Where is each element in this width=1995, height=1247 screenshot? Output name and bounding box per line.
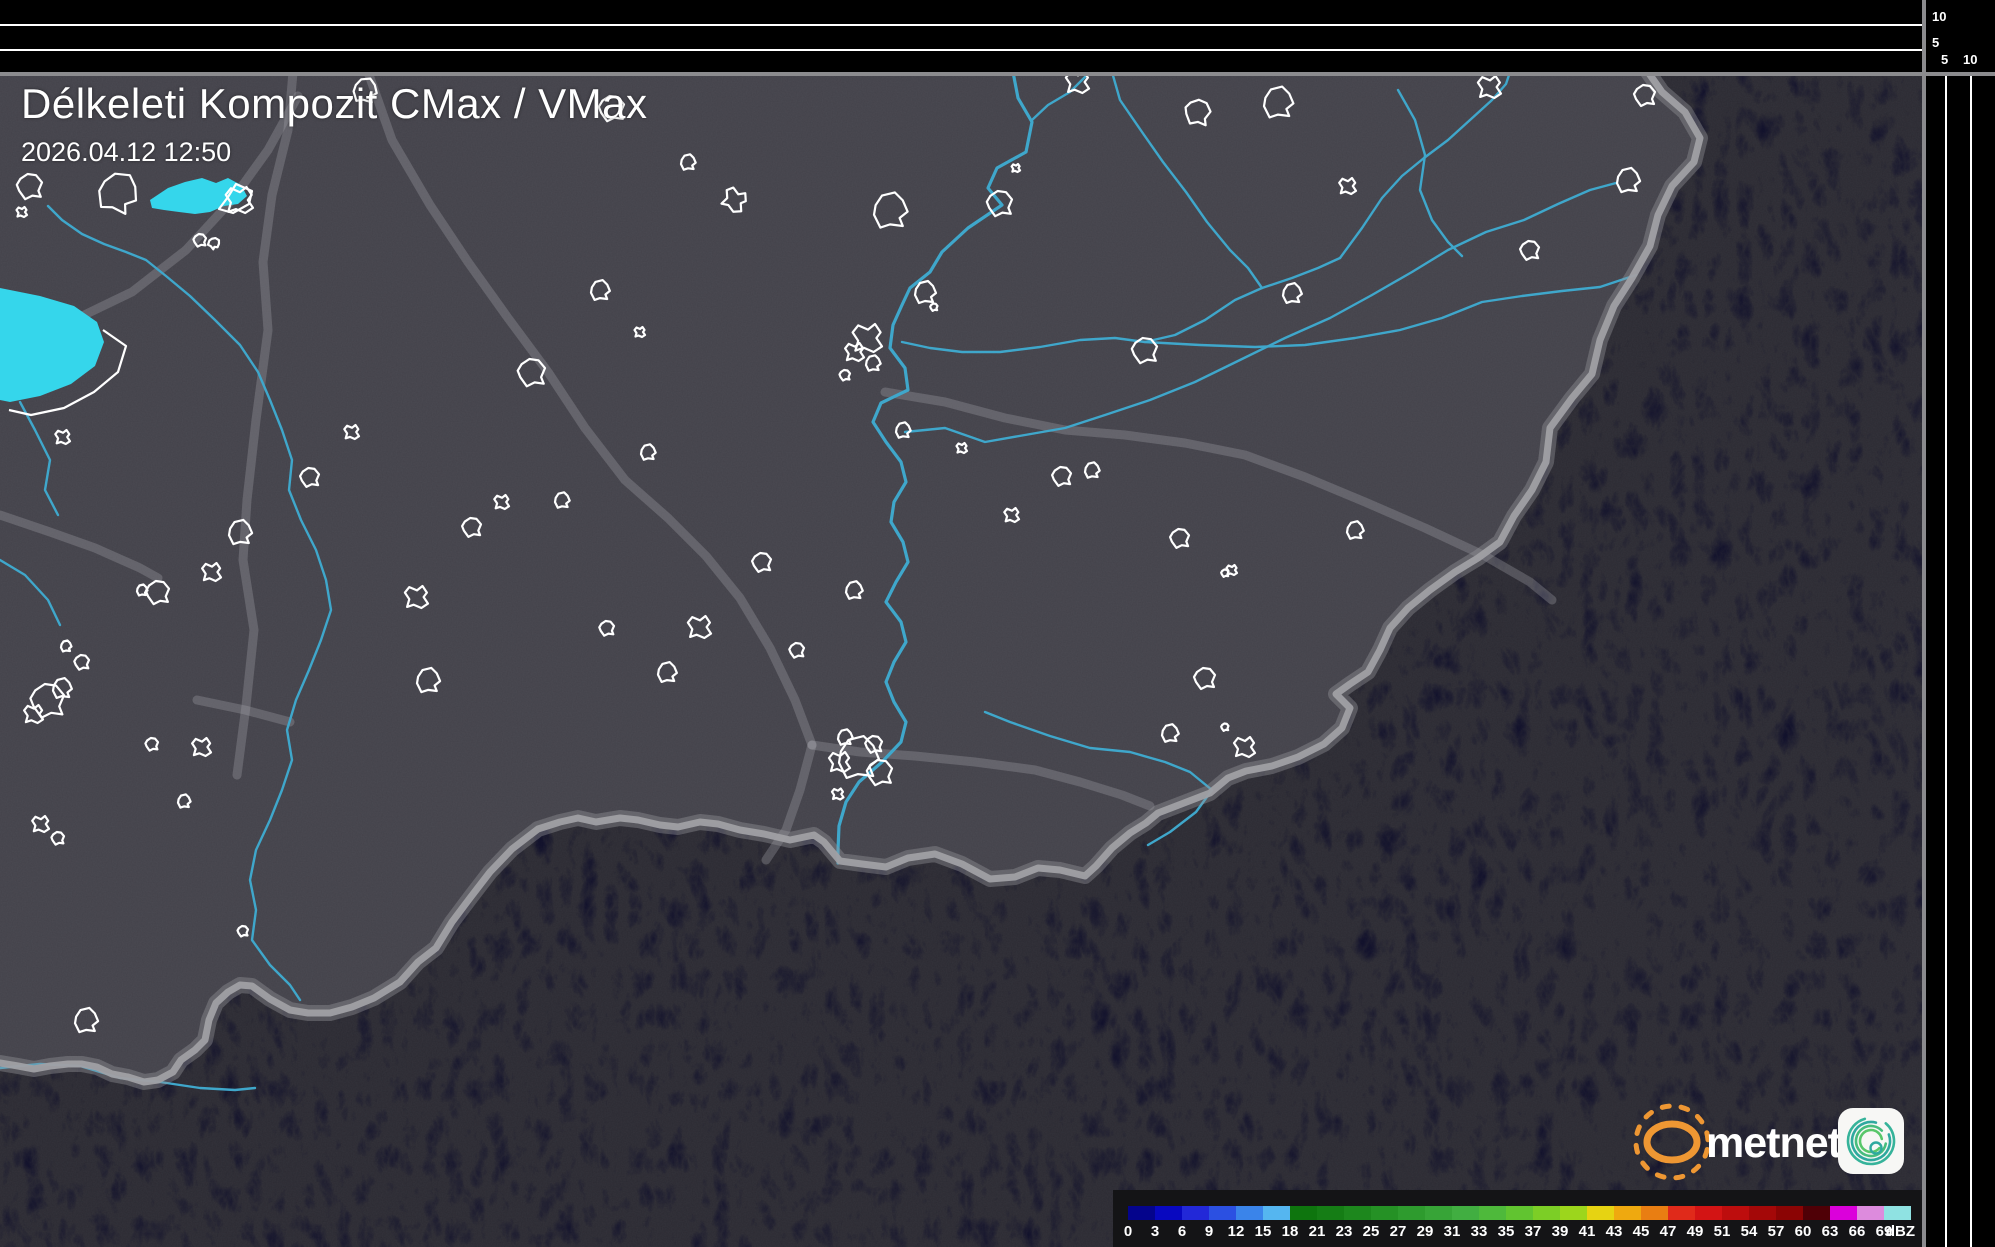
legend-tick-label: 37 — [1525, 1223, 1542, 1240]
legend-segment — [1263, 1206, 1290, 1220]
top-profile-tick-10: 10 — [1932, 10, 1946, 24]
legend-segment — [1884, 1206, 1911, 1220]
metnet-spiral-icon — [1838, 1108, 1904, 1174]
legend-tick-label: 51 — [1714, 1223, 1731, 1240]
map-header: Délkeleti Kompozit CMax / VMax 2026.04.1… — [21, 80, 648, 168]
legend-tick-label: 31 — [1444, 1223, 1461, 1240]
legend-tick-label: 43 — [1606, 1223, 1623, 1240]
legend-unit-label: dBZ — [1886, 1223, 1915, 1240]
legend-tick-label: 47 — [1660, 1223, 1677, 1240]
legend-tick-label: 25 — [1363, 1223, 1380, 1240]
legend-tick-label: 45 — [1633, 1223, 1650, 1240]
legend-labels: 0 3 6 9 12 15 18 21 23 25 27 29 31 33 35 37 39 41 43 45 47 49… — [1113, 1223, 1922, 1243]
legend-tick-label: 23 — [1336, 1223, 1353, 1240]
legend-segment — [1695, 1206, 1722, 1220]
legend-segment — [1236, 1206, 1263, 1220]
legend-tick-label: 15 — [1255, 1223, 1272, 1240]
legend-tick-label: 21 — [1309, 1223, 1326, 1240]
legend-tick-label: 35 — [1498, 1223, 1515, 1240]
legend-tick-label: 3 — [1151, 1223, 1159, 1240]
legend-segment — [1776, 1206, 1803, 1220]
legend-tick-label: 9 — [1205, 1223, 1213, 1240]
legend-tick-label: 41 — [1579, 1223, 1596, 1240]
legend-tick-label: 39 — [1552, 1223, 1569, 1240]
legend-segment — [1155, 1206, 1182, 1220]
legend-tick-label: 66 — [1849, 1223, 1866, 1240]
legend-tick-label: 63 — [1822, 1223, 1839, 1240]
legend-segment — [1290, 1206, 1317, 1220]
height-gridline-10km — [1970, 76, 1972, 1247]
legend-tick-label: 27 — [1390, 1223, 1407, 1240]
legend-segment — [1722, 1206, 1749, 1220]
top-profile-tick-5: 5 — [1932, 36, 1939, 50]
legend-segment — [1749, 1206, 1776, 1220]
dbz-color-scale: 0 3 6 9 12 15 18 21 23 25 27 29 31 33 35 37 39 41 43 45 47 49… — [1113, 1190, 1922, 1247]
legend-tick-label: 57 — [1768, 1223, 1785, 1240]
legend-segment — [1857, 1206, 1884, 1220]
legend-segment — [1452, 1206, 1479, 1220]
height-gridline-10km — [0, 24, 1922, 26]
legend-segment — [1614, 1206, 1641, 1220]
map-top-edge-line — [0, 72, 1995, 76]
radar-map-canvas — [0, 72, 1922, 1247]
legend-segment — [1479, 1206, 1506, 1220]
legend-segment — [1560, 1206, 1587, 1220]
legend-tick-label: 18 — [1282, 1223, 1299, 1240]
legend-segment — [1506, 1206, 1533, 1220]
legend-segment — [1398, 1206, 1425, 1220]
legend-segment — [1641, 1206, 1668, 1220]
legend-segment — [1182, 1206, 1209, 1220]
legend-tick-label: 60 — [1795, 1223, 1812, 1240]
legend-segment — [1533, 1206, 1560, 1220]
legend-tick-label: 49 — [1687, 1223, 1704, 1240]
legend-segment — [1128, 1206, 1155, 1220]
right-profile-tick-10: 10 — [1963, 53, 1977, 67]
legend-tick-label: 54 — [1741, 1223, 1758, 1240]
legend-segment — [1209, 1206, 1236, 1220]
legend-tick-label: 0 — [1124, 1223, 1132, 1240]
right-height-profile-panel — [1926, 76, 1995, 1247]
profile-axis-corner: 10 5 5 10 — [1926, 0, 1995, 72]
right-profile-tick-5: 5 — [1941, 53, 1948, 67]
sun-logo-icon — [1629, 1099, 1714, 1184]
legend-segment — [1317, 1206, 1344, 1220]
legend-segment — [1425, 1206, 1452, 1220]
metnet-branding: metnet — [1628, 1096, 1920, 1188]
legend-tick-label: 12 — [1228, 1223, 1245, 1240]
top-height-profile-panel — [0, 0, 1922, 72]
legend-segment — [1668, 1206, 1695, 1220]
legend-tick-label: 33 — [1471, 1223, 1488, 1240]
legend-segment — [1344, 1206, 1371, 1220]
timestamp: 2026.04.12 12:50 — [21, 137, 648, 168]
legend-segment — [1803, 1206, 1830, 1220]
legend-bar — [1128, 1206, 1911, 1220]
legend-segment — [1830, 1206, 1857, 1220]
height-gridline-5km — [1945, 76, 1947, 1247]
legend-segment — [1587, 1206, 1614, 1220]
height-gridline-5km — [0, 49, 1922, 51]
metnet-wordmark: metnet — [1706, 1119, 1842, 1167]
map-right-edge-line — [1922, 0, 1926, 1247]
radar-composite-screen: 10 5 5 10 Délkeleti Kompozit CMax / VMax… — [0, 0, 1995, 1247]
legend-segment — [1371, 1206, 1398, 1220]
legend-tick-label: 6 — [1178, 1223, 1186, 1240]
page-title: Délkeleti Kompozit CMax / VMax — [21, 80, 648, 128]
legend-tick-label: 29 — [1417, 1223, 1434, 1240]
